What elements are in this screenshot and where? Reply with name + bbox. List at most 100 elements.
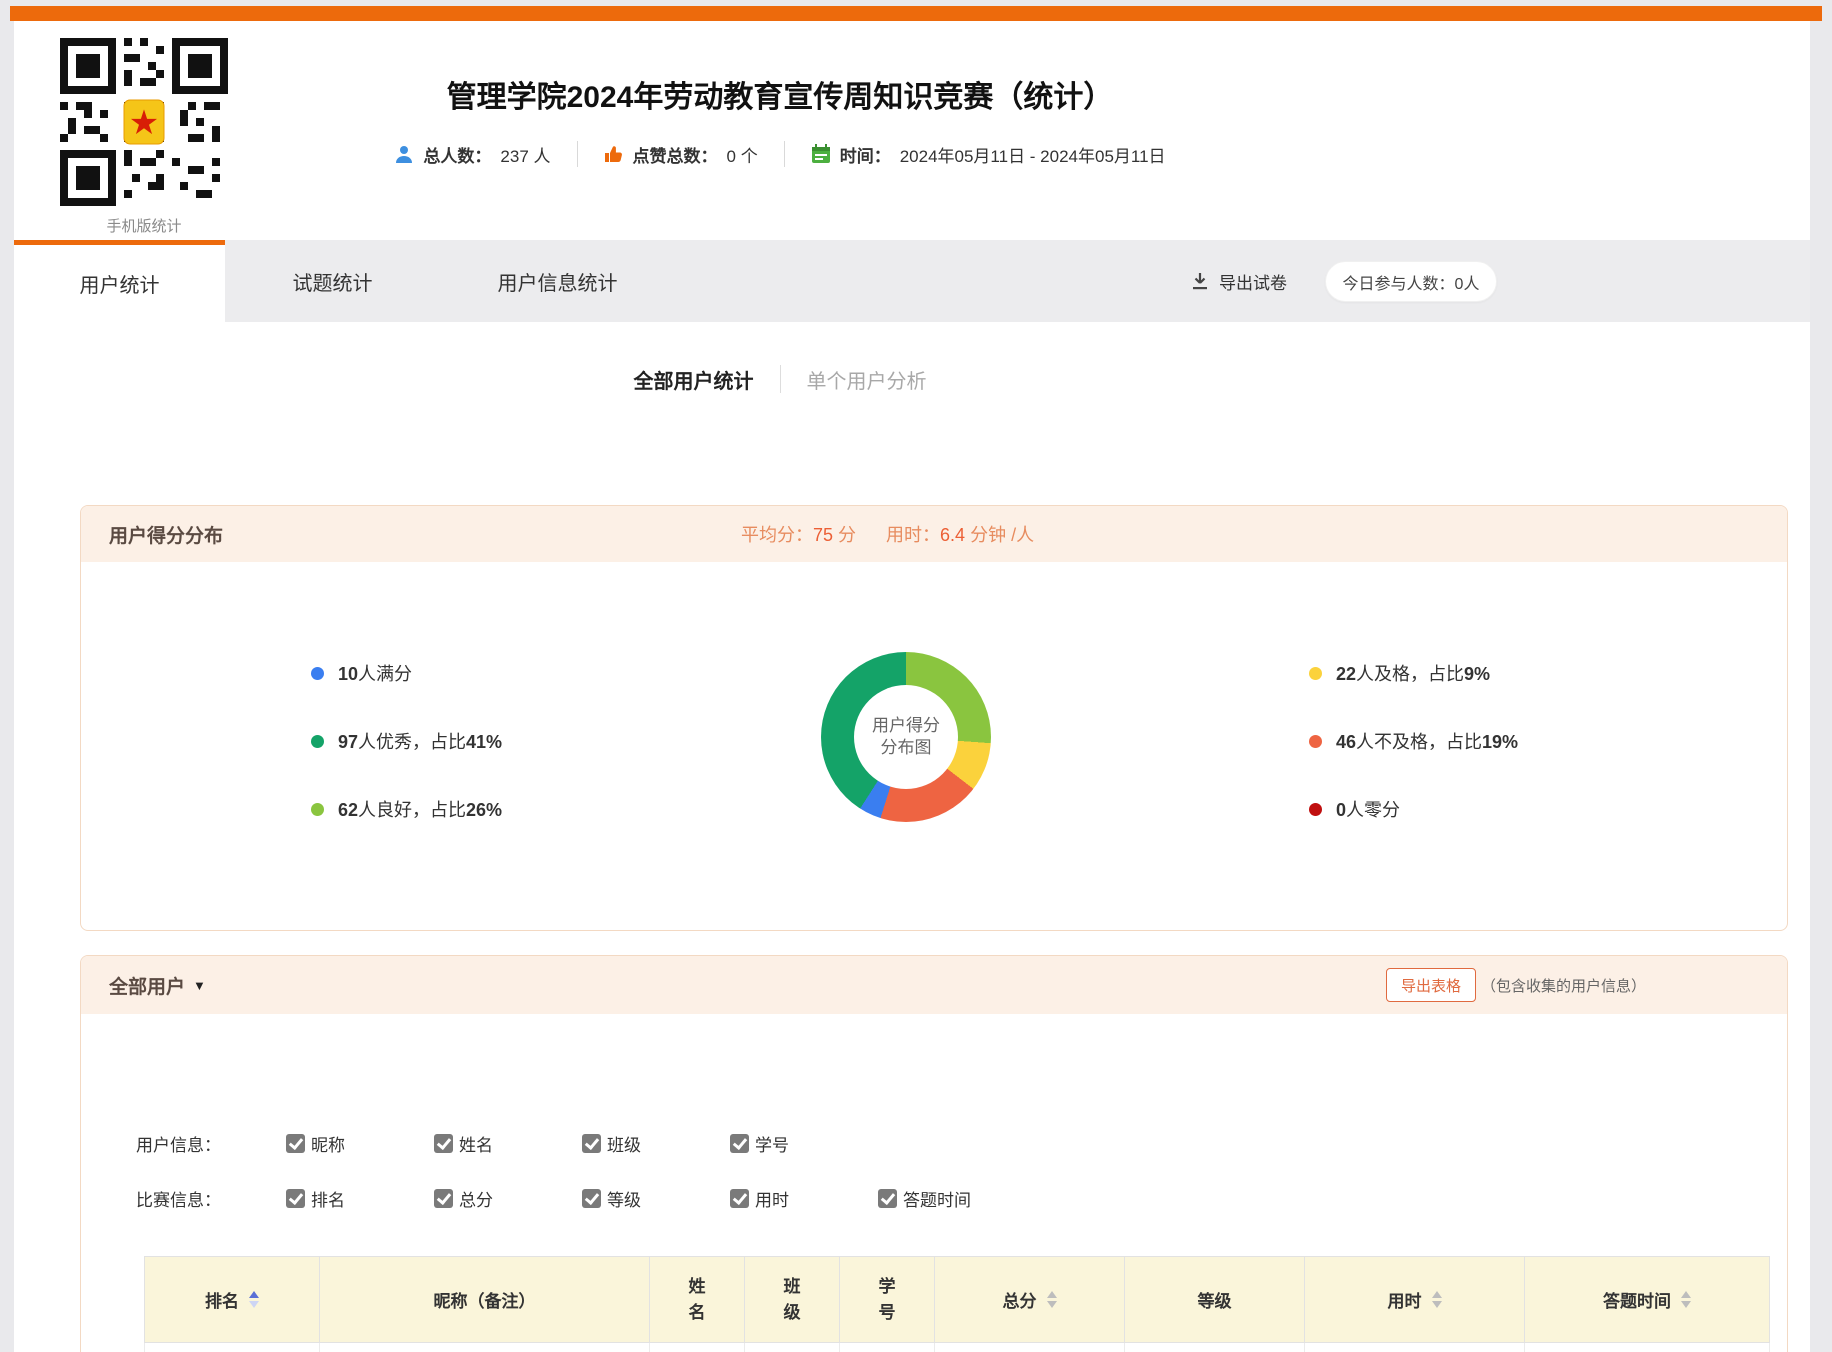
legend-dot <box>1309 735 1322 748</box>
score-distribution-panel: 用户得分分布 平均分：75 分 用时：6.4 分钟 /人 10人满分97人优秀，… <box>80 505 1788 931</box>
table-header-cell[interactable]: 排名 <box>145 1257 320 1343</box>
filter-option: 用时 <box>730 1186 878 1211</box>
tab-bar: 用户统计 试题统计 用户信息统计 导出试卷 今日参与人数：0人 <box>14 240 1810 322</box>
subtab-all-users[interactable]: 全部用户统计 <box>634 365 754 394</box>
table-cell: 满分 <box>1125 1343 1305 1352</box>
legend-dot <box>311 667 324 680</box>
sort-icon <box>1047 1291 1057 1308</box>
filter-option: 班级 <box>582 1131 730 1156</box>
header-stats: 总人数： 237 人 点赞总数： 0 个 时间： <box>394 141 1165 167</box>
stat-likes: 点赞总数： 0 个 <box>604 142 758 167</box>
checkbox-label: 排名 <box>311 1186 345 1211</box>
table-cell: 2230219 <box>840 1343 935 1352</box>
average-time: 用时：6.4 分钟 /人 <box>886 521 1034 547</box>
table-cell: 100 <box>935 1343 1125 1352</box>
top-accent-bar <box>10 6 1822 21</box>
filter-option: 总分 <box>434 1186 582 1211</box>
checkbox[interactable] <box>730 1189 749 1208</box>
filter-group-label: 用户信息： <box>136 1131 286 1156</box>
checkbox[interactable] <box>582 1134 601 1153</box>
checkbox[interactable] <box>286 1189 305 1208</box>
svg-text:★: ★ <box>129 104 159 142</box>
score-panel-title: 用户得分分布 <box>109 521 223 548</box>
table-cell: 2024/05/11 17:40 <box>1525 1343 1770 1352</box>
users-panel-title[interactable]: 全部用户 ▼ <box>109 972 206 999</box>
table-header-cell[interactable]: 答题时间 <box>1525 1257 1770 1343</box>
tab-user-stats[interactable]: 用户统计 <box>14 240 225 322</box>
stat-value: 237 人 <box>500 142 550 167</box>
qr-caption: 手机版统计 <box>60 215 228 236</box>
stat-label: 总人数： <box>423 142 491 167</box>
legend-item: 62人良好，占比26% <box>311 797 502 821</box>
table-header-cell: 学号 <box>840 1257 935 1343</box>
filter-option: 等级 <box>582 1186 730 1211</box>
stat-value: 0 个 <box>727 142 758 167</box>
all-users-panel: 全部用户 ▼ 导出表格 （包含收集的用户信息） 用户信息：昵称姓名班级学号 比赛… <box>80 955 1788 1352</box>
score-panel-header: 用户得分分布 平均分：75 分 用时：6.4 分钟 /人 <box>81 506 1787 562</box>
score-donut-chart: 用户得分 分布图 <box>821 652 991 822</box>
stat-label: 点赞总数： <box>633 142 718 167</box>
divider <box>780 365 781 393</box>
donut-center-label: 用户得分 分布图 <box>854 685 958 789</box>
export-paper-button[interactable]: 导出试卷 <box>1190 240 1287 322</box>
filter-group-label: 比赛信息： <box>136 1186 286 1211</box>
tab-user-info-stats[interactable]: 用户信息统计 <box>440 240 675 322</box>
legend-item: 97人优秀，占比41% <box>311 729 502 753</box>
filter-option: 答题时间 <box>878 1186 1026 1211</box>
thumbs-up-icon <box>604 144 624 164</box>
table-cell: 22电商4班 <box>745 1343 840 1352</box>
filter-option: 姓名 <box>434 1131 582 1156</box>
users-table: 排名昵称（备注）姓名班级学号总分等级用时答题时间 1131*****5879美全… <box>144 1256 1770 1352</box>
users-panel-header: 全部用户 ▼ 导出表格 （包含收集的用户信息） <box>81 956 1787 1014</box>
sub-tab-bar: 全部用户统计 单个用户分析 <box>240 357 1320 401</box>
legend-dot <box>1309 803 1322 816</box>
stat-total-users: 总人数： 237 人 <box>394 142 550 167</box>
export-note: （包含收集的用户信息） <box>1481 956 1646 1014</box>
table-header-cell: 昵称（备注） <box>320 1257 650 1343</box>
page-title: 管理学院2024年劳动教育宣传周知识竞赛（统计） <box>240 79 1320 117</box>
checkbox[interactable] <box>286 1134 305 1153</box>
sort-icon <box>1681 1291 1691 1308</box>
filter-option: 学号 <box>730 1131 878 1156</box>
table-cell: 美全丞 <box>650 1343 745 1352</box>
checkbox-label: 等级 <box>607 1186 641 1211</box>
stat-value: 2024年05月11日 - 2024年05月11日 <box>900 142 1166 167</box>
checkbox[interactable] <box>434 1134 453 1153</box>
table-header-row: 排名昵称（备注）姓名班级学号总分等级用时答题时间 <box>145 1257 1770 1343</box>
download-icon <box>1190 271 1210 291</box>
checkbox[interactable] <box>582 1189 601 1208</box>
header: 管理学院2024年劳动教育宣传周知识竞赛（统计） 总人数： 237 人 点赞总数… <box>240 79 1320 169</box>
checkbox[interactable] <box>878 1189 897 1208</box>
checkbox-label: 昵称 <box>311 1131 345 1156</box>
checkbox-label: 学号 <box>755 1131 789 1156</box>
export-table-button[interactable]: 导出表格 <box>1386 968 1476 1002</box>
filter-option: 昵称 <box>286 1131 434 1156</box>
table-header-cell: 班级 <box>745 1257 840 1343</box>
subtab-single-user[interactable]: 单个用户分析 <box>807 365 927 394</box>
main-card: ★ 手机版统计 管理学院2024年劳动教育宣传周知识竞赛（统计） 总人数： 23… <box>14 21 1810 1352</box>
divider <box>784 141 785 167</box>
checkbox-label: 用时 <box>755 1186 789 1211</box>
table-header-cell[interactable]: 用时 <box>1305 1257 1525 1343</box>
legend-dot <box>311 735 324 748</box>
checkbox-label: 班级 <box>607 1131 641 1156</box>
export-paper-label: 导出试卷 <box>1219 269 1287 294</box>
average-score: 平均分：75 分 <box>741 521 856 547</box>
legend-dot <box>311 803 324 816</box>
legend-item: 0人零分 <box>1309 797 1400 821</box>
checkbox-label: 姓名 <box>459 1131 493 1156</box>
divider <box>577 141 578 167</box>
table-cell: 131*****5879 <box>320 1343 650 1352</box>
calendar-icon <box>811 144 831 164</box>
checkbox-label: 总分 <box>459 1186 493 1211</box>
person-icon <box>394 144 414 164</box>
qr-code: ★ <box>60 38 228 206</box>
score-panel-summary: 平均分：75 分 用时：6.4 分钟 /人 <box>741 506 1034 562</box>
sort-icon <box>249 1291 259 1308</box>
checkbox[interactable] <box>434 1189 453 1208</box>
tab-question-stats[interactable]: 试题统计 <box>225 240 440 322</box>
table-row: 1131*****5879美全丞22电商4班2230219100满分00:04:… <box>145 1343 1770 1352</box>
user-info-filter-row: 用户信息： 昵称 姓名 班级 学号 <box>136 1131 878 1155</box>
table-header-cell[interactable]: 总分 <box>935 1257 1125 1343</box>
checkbox[interactable] <box>730 1134 749 1153</box>
